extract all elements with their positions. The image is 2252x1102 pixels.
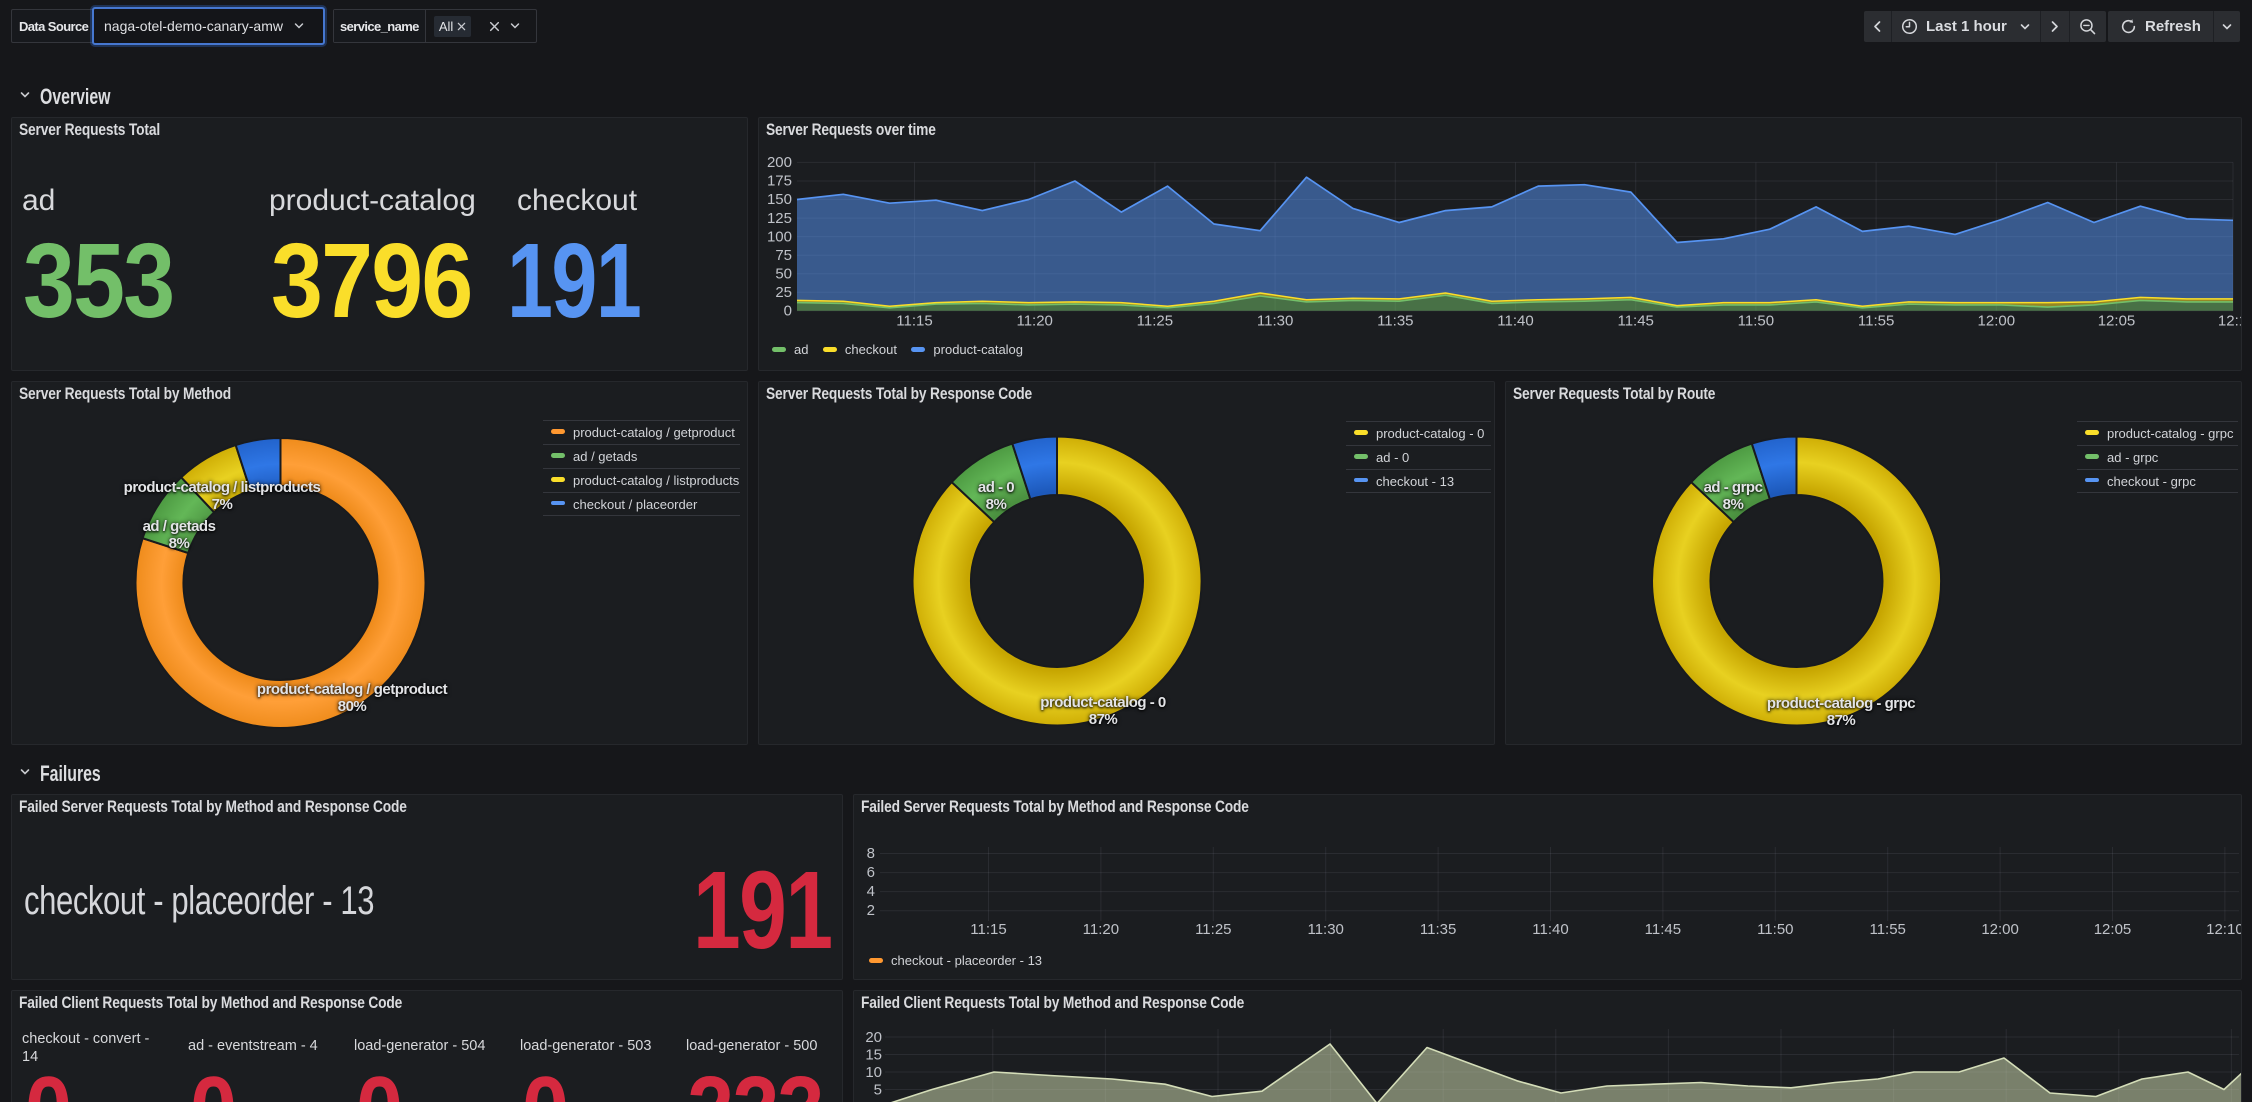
svg-text:11:50: 11:50 (1738, 313, 1774, 330)
svg-text:20: 20 (865, 1029, 882, 1046)
svg-text:11:30: 11:30 (1257, 313, 1293, 330)
svg-text:11:20: 11:20 (1083, 921, 1119, 938)
svg-text:12:10: 12:10 (2218, 313, 2241, 330)
svg-text:11:45: 11:45 (1617, 313, 1653, 330)
svg-text:11:20: 11:20 (1016, 313, 1052, 330)
svg-text:200: 200 (767, 154, 792, 171)
svg-text:11:55: 11:55 (1858, 313, 1894, 330)
svg-text:12:00: 12:00 (1978, 313, 2016, 330)
svg-text:11:35: 11:35 (1420, 921, 1456, 938)
svg-text:10: 10 (865, 1064, 882, 1081)
svg-text:75: 75 (775, 247, 792, 264)
svg-text:15: 15 (865, 1047, 882, 1064)
svg-text:12:00: 12:00 (1981, 921, 2019, 938)
svg-text:8: 8 (867, 845, 875, 862)
svg-text:2: 2 (867, 902, 875, 919)
svg-text:5: 5 (874, 1082, 882, 1099)
svg-text:11:40: 11:40 (1532, 921, 1568, 938)
svg-text:12:05: 12:05 (2094, 921, 2132, 938)
svg-text:11:35: 11:35 (1377, 313, 1413, 330)
svg-text:12:10: 12:10 (2206, 921, 2241, 938)
svg-text:150: 150 (767, 191, 792, 208)
svg-text:11:55: 11:55 (1869, 921, 1905, 938)
svg-text:175: 175 (767, 173, 792, 190)
svg-text:4: 4 (867, 883, 875, 900)
svg-text:11:50: 11:50 (1757, 921, 1793, 938)
svg-text:25: 25 (775, 284, 792, 301)
svg-text:12:05: 12:05 (2098, 313, 2136, 330)
svg-text:11:30: 11:30 (1307, 921, 1343, 938)
svg-text:100: 100 (767, 228, 792, 245)
svg-text:11:25: 11:25 (1195, 921, 1231, 938)
svg-text:11:45: 11:45 (1645, 921, 1681, 938)
svg-text:11:40: 11:40 (1497, 313, 1533, 330)
svg-text:11:15: 11:15 (970, 921, 1006, 938)
svg-text:6: 6 (867, 864, 875, 881)
svg-text:11:15: 11:15 (896, 313, 932, 330)
svg-text:0: 0 (784, 303, 792, 320)
svg-text:125: 125 (767, 210, 792, 227)
svg-text:50: 50 (775, 265, 792, 282)
svg-text:11:25: 11:25 (1137, 313, 1173, 330)
